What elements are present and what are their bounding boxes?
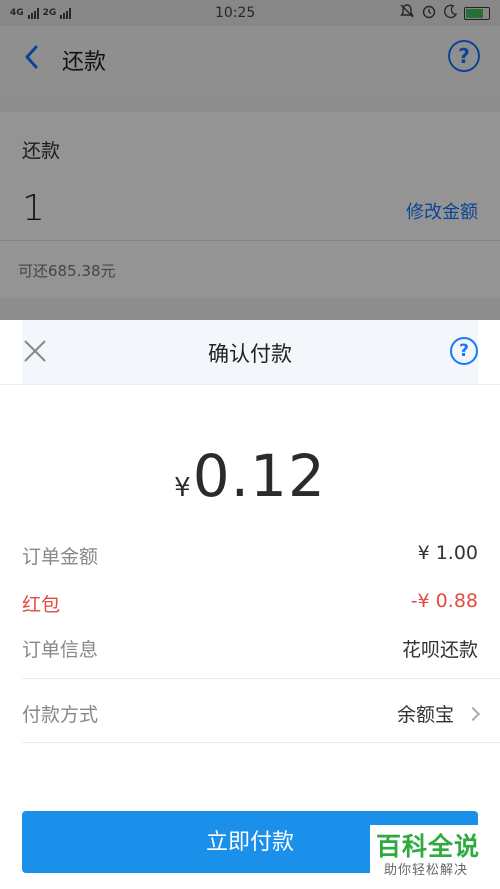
watermark-subtitle: 助你轻松解决 xyxy=(384,863,469,878)
amount-value: 0.12 xyxy=(192,442,326,510)
row-value: ¥ 1.00 xyxy=(417,542,478,564)
chevron-right-icon xyxy=(465,706,481,722)
payment-method-value: 余额宝 xyxy=(396,700,481,727)
row-label: 订单金额 xyxy=(22,546,99,568)
row-value: 余额宝 xyxy=(396,704,454,726)
payment-amount: ¥0.12 xyxy=(0,442,500,510)
question-circle-icon[interactable]: ? xyxy=(450,337,478,365)
sheet-header: 确认付款 ? xyxy=(22,320,478,384)
row-value: -¥ 0.88 xyxy=(410,590,478,612)
watermark-logo: 百科全说 助你轻松解决 xyxy=(370,825,490,881)
payment-confirm-sheet: 确认付款 ? ¥0.12 订单金额 ¥ 1.00 红包 -¥ 0.88 订单信息… xyxy=(0,320,500,889)
row-label: 红包 xyxy=(22,594,61,616)
modal-backdrop[interactable] xyxy=(0,0,500,320)
divider xyxy=(0,384,500,385)
currency-symbol: ¥ xyxy=(174,473,191,503)
sheet-title: 确认付款 xyxy=(208,342,292,366)
divider xyxy=(22,742,500,743)
row-label: 付款方式 xyxy=(22,704,99,726)
payment-method-row[interactable]: 付款方式 余额宝 xyxy=(22,700,481,730)
divider xyxy=(22,678,500,679)
watermark-title: 百科全说 xyxy=(376,832,481,861)
row-value: 花呗还款 xyxy=(401,639,478,661)
row-label: 订单信息 xyxy=(22,639,99,661)
